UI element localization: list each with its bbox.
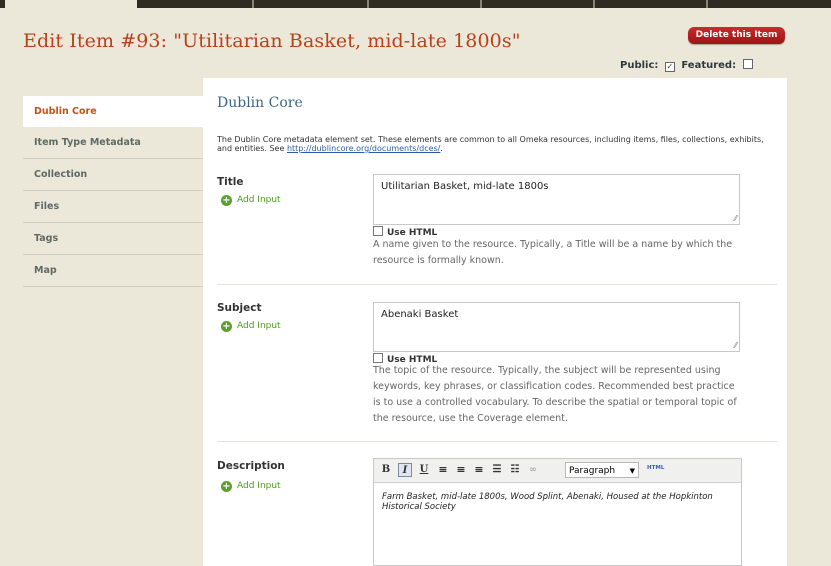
- sidebar-item-item-type-metadata[interactable]: Item Type Metadata: [23, 127, 203, 159]
- nav-tab-separator: [480, 0, 482, 8]
- description-field-label: Description: [217, 460, 285, 472]
- plus-icon: +: [221, 195, 232, 206]
- align-left-icon[interactable]: ≡: [436, 463, 450, 477]
- field-divider: [217, 284, 777, 285]
- bold-button[interactable]: B: [379, 463, 393, 477]
- page-title: Edit Item #93: "Utilitarian Basket, mid-…: [23, 30, 521, 52]
- sidebar-item-dublin-core[interactable]: Dublin Core: [23, 96, 203, 127]
- description-add-input-button[interactable]: + Add Input: [221, 481, 281, 492]
- link-icon[interactable]: ∞: [526, 463, 540, 477]
- top-navigation-bar: [0, 0, 831, 12]
- subject-add-input-button[interactable]: + Add Input: [221, 321, 281, 332]
- intro-end: .: [440, 144, 443, 153]
- sidebar-item-files[interactable]: Files: [23, 191, 203, 223]
- format-select-value: Paragraph: [569, 466, 616, 476]
- add-input-label: Add Input: [237, 481, 281, 491]
- nav-tab-separator: [367, 0, 369, 8]
- nav-tab[interactable]: [137, 0, 831, 8]
- underline-button[interactable]: U: [417, 463, 431, 477]
- bullet-list-icon[interactable]: ☰: [490, 463, 504, 477]
- subject-field-label: Subject: [217, 302, 262, 314]
- nav-tab[interactable]: [0, 0, 5, 8]
- italic-button[interactable]: I: [398, 463, 412, 477]
- title-value: Utilitarian Basket, mid-late 1800s: [381, 181, 549, 192]
- title-add-input-button[interactable]: + Add Input: [221, 195, 281, 206]
- numbered-list-icon[interactable]: ☷: [508, 463, 522, 477]
- subject-help-text: The topic of the resource. Typically, th…: [373, 365, 737, 424]
- subject-value: Abenaki Basket: [381, 309, 459, 320]
- field-divider: [217, 441, 777, 442]
- resize-handle-icon[interactable]: ⁄⁄: [734, 341, 737, 350]
- sidebar: Dublin Core Item Type Metadata Collectio…: [23, 96, 203, 287]
- nav-tab[interactable]: [22, 0, 137, 8]
- description-content[interactable]: Farm Basket, mid-late 1800s, Wood Splint…: [374, 483, 741, 521]
- public-label: Public:: [620, 60, 659, 71]
- title-help-text: A name given to the resource. Typically,…: [373, 239, 733, 266]
- resize-handle-icon[interactable]: ⁄⁄: [734, 214, 737, 223]
- dces-link[interactable]: http://dublincore.org/documents/dces/: [287, 144, 440, 153]
- item-flags: Public: ✓ Featured:: [620, 59, 756, 72]
- title-field-label: Title: [217, 176, 244, 188]
- chevron-down-icon: ▼: [629, 467, 635, 475]
- align-center-icon[interactable]: ≡: [454, 463, 468, 477]
- nav-tab-separator: [593, 0, 595, 8]
- featured-label: Featured:: [681, 60, 737, 71]
- sidebar-item-map[interactable]: Map: [23, 255, 203, 287]
- public-checkbox[interactable]: ✓: [664, 62, 675, 72]
- nav-tab-separator: [252, 0, 254, 8]
- plus-icon: +: [221, 481, 232, 492]
- title-use-html-checkbox[interactable]: [373, 226, 383, 236]
- subject-input[interactable]: Abenaki Basket ⁄⁄: [373, 302, 740, 352]
- sidebar-item-tags[interactable]: Tags: [23, 223, 203, 255]
- delete-item-button[interactable]: Delete this Item: [688, 27, 785, 44]
- description-rich-text-editor[interactable]: B I U ≡ ≡ ≡ ☰ ☷ ∞ Paragraph ▼ HTML Farm …: [373, 458, 742, 566]
- subject-use-html-checkbox[interactable]: [373, 353, 383, 363]
- html-source-button[interactable]: HTML: [647, 465, 664, 471]
- dublin-core-panel: Dublin Core The Dublin Core metadata ele…: [203, 78, 787, 566]
- intro-text: The Dublin Core metadata element set. Th…: [217, 135, 777, 153]
- align-right-icon[interactable]: ≡: [472, 463, 486, 477]
- add-input-label: Add Input: [237, 195, 281, 205]
- plus-icon: +: [221, 321, 232, 332]
- add-input-label: Add Input: [237, 321, 281, 331]
- nav-tab-separator: [706, 0, 708, 8]
- featured-checkbox[interactable]: [742, 59, 753, 69]
- title-input[interactable]: Utilitarian Basket, mid-late 1800s ⁄⁄: [373, 174, 740, 225]
- section-heading: Dublin Core: [217, 95, 303, 111]
- format-select[interactable]: Paragraph ▼: [565, 462, 639, 478]
- editor-toolbar: B I U ≡ ≡ ≡ ☰ ☷ ∞ Paragraph ▼ HTML: [374, 459, 741, 483]
- sidebar-item-collection[interactable]: Collection: [23, 159, 203, 191]
